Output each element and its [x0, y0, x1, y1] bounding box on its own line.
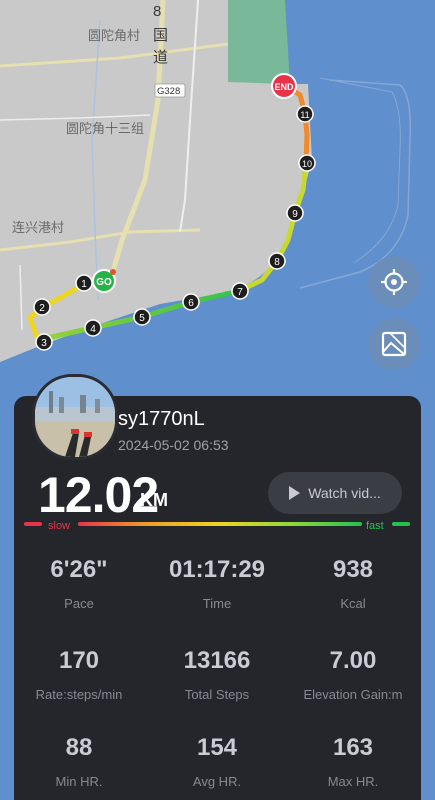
road-label: 国 [153, 27, 168, 44]
stat-label: Total Steps [184, 687, 250, 702]
stat-elevation-gain: 7.00 Elevation Gain:m [283, 647, 423, 702]
svg-text:7: 7 [237, 287, 243, 298]
km-marker-8: 8 [268, 252, 286, 270]
svg-text:END: END [274, 82, 294, 92]
watch-video-button[interactable]: Watch vid... [268, 472, 402, 514]
crosshair-icon [381, 269, 407, 295]
km-marker-1: 1 [75, 274, 93, 292]
stat-min-hr: 88 Min HR. [9, 734, 149, 789]
play-icon [289, 486, 301, 500]
km-marker-3: 3 [35, 333, 53, 351]
stat-avg-hr: 154 Avg HR. [147, 734, 287, 789]
stat-label: Rate:steps/min [35, 687, 123, 702]
road-label: 道 [153, 49, 168, 66]
stat-value: 170 [58, 647, 100, 674]
km-marker-5: 5 [133, 308, 151, 326]
distance-unit: KM [140, 490, 168, 510]
pace-legend-fast-label: fast [366, 520, 384, 532]
stat-max-hr: 163 Max HR. [283, 734, 423, 789]
stat-label: Pace [64, 596, 94, 611]
svg-text:2: 2 [39, 303, 45, 314]
username: sy1770nL [118, 408, 205, 430]
park-area [228, 0, 290, 84]
place-label: 连兴港村 [12, 220, 64, 235]
km-marker-9: 9 [286, 204, 304, 222]
pace-legend-slow-label: slow [48, 520, 71, 532]
map-style-button[interactable] [368, 318, 420, 370]
stat-value: 7.00 [329, 647, 377, 674]
end-marker: END [271, 73, 297, 99]
svg-text:6: 6 [188, 298, 194, 309]
activity-datetime: 2024-05-02 06:53 [118, 437, 229, 453]
stat-label: Min HR. [55, 774, 103, 789]
place-label: 圆陀角十三组 [66, 121, 144, 136]
svg-text:11: 11 [300, 110, 309, 120]
stat-value: 13166 [183, 647, 251, 674]
svg-text:10: 10 [302, 159, 312, 169]
stat-value: 163 [332, 734, 374, 761]
km-marker-7: 7 [231, 282, 249, 300]
svg-text:4: 4 [90, 324, 96, 335]
avatar[interactable] [32, 374, 118, 460]
stat-kcal: 938 Kcal [283, 556, 423, 611]
km-marker-4: 4 [84, 319, 102, 337]
stat-label: Avg HR. [192, 774, 242, 789]
start-marker: GO [92, 269, 116, 293]
km-marker-11: 11 [296, 105, 314, 123]
stat-value: 6'26" [50, 556, 108, 583]
km-marker-10: 10 [298, 154, 316, 172]
svg-text:1: 1 [81, 279, 87, 290]
stat-label: Kcal [340, 596, 366, 611]
stat-pace: 6'26" Pace [9, 556, 149, 611]
stat-value: 154 [196, 734, 238, 761]
watch-video-label: Watch vid... [308, 485, 381, 501]
place-label: 圆陀角村 [88, 28, 140, 43]
km-marker-2: 2 [33, 298, 51, 316]
image-frame-icon [381, 331, 407, 357]
svg-text:5: 5 [139, 313, 145, 324]
pace-gradient-bar [78, 522, 362, 526]
svg-text:GO: GO [96, 277, 112, 288]
pace-legend-slow-swatch [24, 522, 42, 526]
road-badge-label: G328 [157, 86, 180, 97]
road-label: 8 [153, 3, 161, 20]
stat-total-steps: 13166 Total Steps [147, 647, 287, 702]
locate-button[interactable] [368, 256, 420, 308]
avatar-photo [35, 377, 115, 457]
stat-step-rate: 170 Rate:steps/min [9, 647, 149, 702]
stat-time: 01:17:29 Time [147, 556, 287, 611]
stat-label: Time [202, 596, 232, 611]
stat-value: 88 [65, 734, 93, 761]
svg-text:9: 9 [292, 209, 298, 220]
stat-value: 938 [332, 556, 374, 583]
stat-label: Elevation Gain:m [303, 687, 403, 702]
pace-legend-fast-swatch [392, 522, 410, 526]
stat-value: 01:17:29 [168, 556, 266, 583]
svg-text:3: 3 [41, 338, 47, 349]
stat-label: Max HR. [327, 774, 379, 789]
km-marker-6: 6 [182, 293, 200, 311]
svg-text:8: 8 [274, 257, 280, 268]
